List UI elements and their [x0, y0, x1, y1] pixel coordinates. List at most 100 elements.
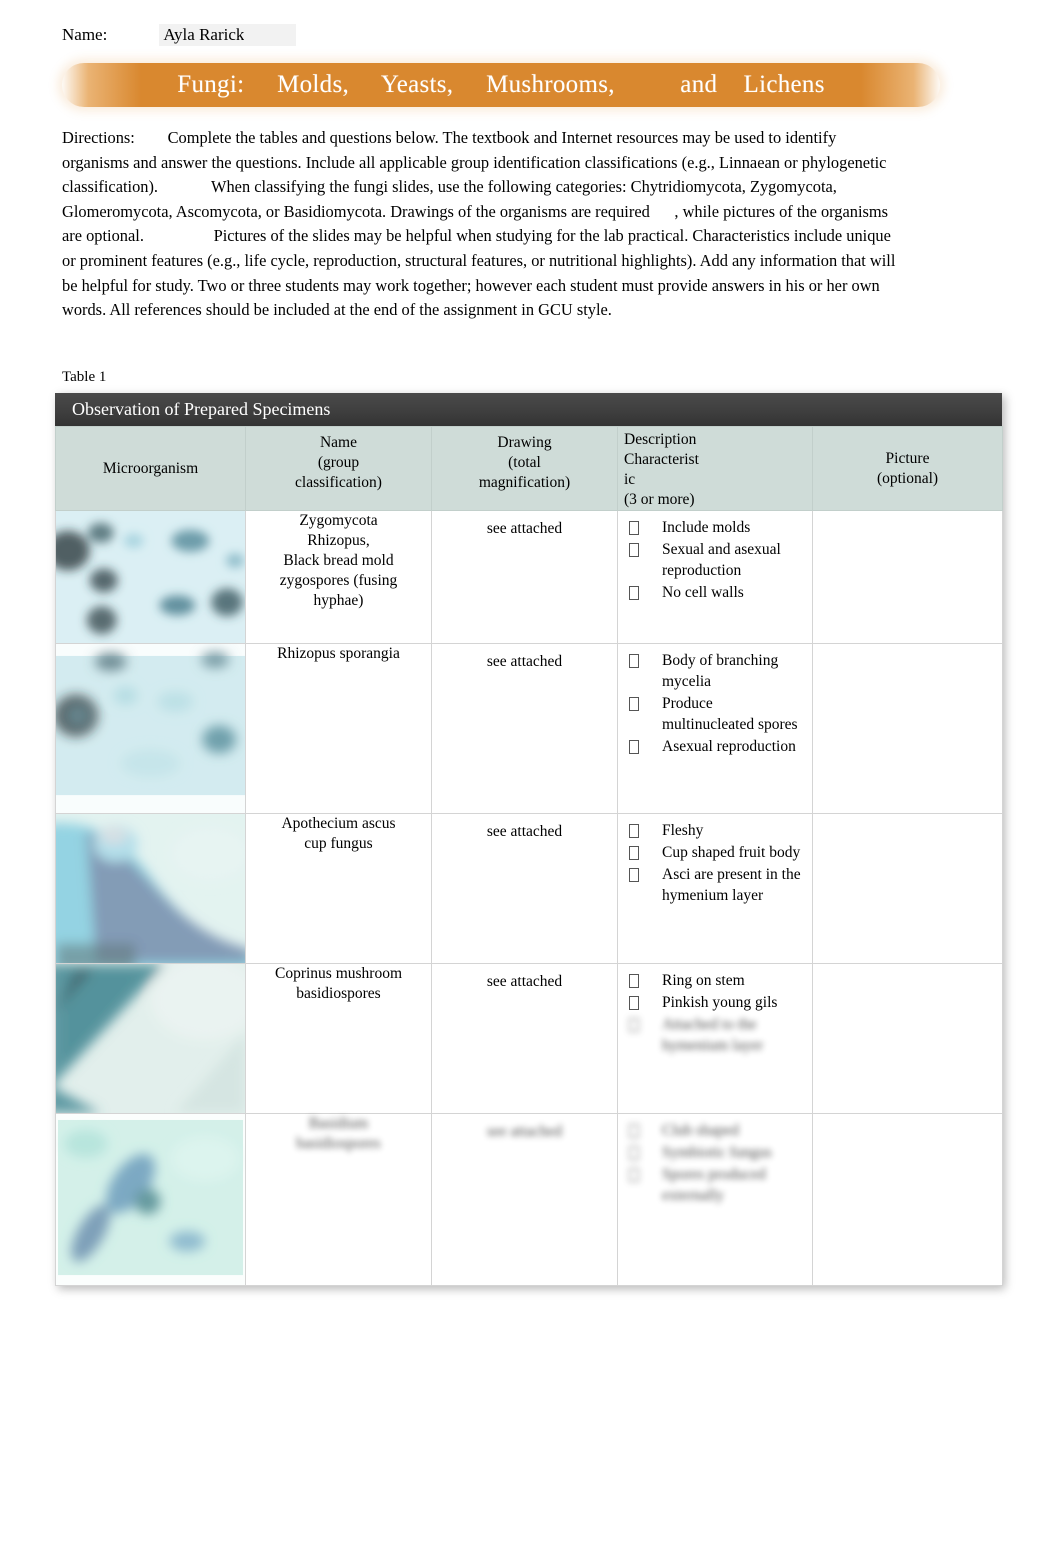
- specimen-name: Basidium basidiospores: [296, 1115, 381, 1152]
- characteristic-item: Asci are present in the hymenium layer: [624, 864, 808, 906]
- cell-microorganism: [55, 963, 246, 1114]
- table-body: Zygomycota Rhizopus, Black bread mold zy…: [55, 510, 1003, 1286]
- cell-microorganism: [55, 813, 246, 964]
- characteristic-item: Produce multinucleated spores: [624, 693, 808, 735]
- characteristics: Include molds Sexual and asexual reprodu…: [618, 511, 812, 610]
- characteristic-item: Body of branching mycelia: [624, 650, 808, 692]
- column-header-drawing-label: Drawing (total magnification): [478, 434, 571, 491]
- drawing-note: see attached: [486, 1123, 563, 1140]
- bullet-box-icon: [629, 1018, 639, 1032]
- cell-picture: [812, 963, 1003, 1114]
- bullet-box-icon: [629, 521, 639, 535]
- cell-name: Apothecium ascus cup fungus: [245, 813, 432, 964]
- characteristic-item: Symbiotic fungus: [624, 1142, 808, 1163]
- table-row: Apothecium ascus cup fungus see attached…: [55, 813, 1003, 964]
- cell-description: Body of branching mycelia Produce multin…: [617, 643, 813, 814]
- characteristic-item: Fleshy: [624, 820, 808, 841]
- column-header-picture-label: Picture (optional): [876, 450, 939, 487]
- column-header-drawing: Drawing (total magnification): [431, 426, 618, 511]
- bullet-box-icon: [629, 1146, 639, 1160]
- characteristic-item: Include molds: [624, 517, 808, 538]
- bullet-box-icon: [629, 824, 639, 838]
- column-header-microorganism-label: Microorganism: [102, 459, 199, 477]
- cell-microorganism: [55, 510, 246, 644]
- characteristic-item: Asexual reproduction: [624, 736, 808, 757]
- name-value-redaction: [244, 25, 291, 40]
- bullet-box-icon: [629, 697, 639, 711]
- micrograph-coprinus-gills-icon: [56, 964, 245, 1113]
- bullet-box-icon: [629, 974, 639, 988]
- table-row: Rhizopus sporangia see attached Body of …: [55, 643, 1003, 814]
- drawing-note: see attached: [486, 823, 563, 840]
- column-header-microorganism: Microorganism: [55, 426, 246, 511]
- bullet-box-icon: [629, 868, 639, 882]
- bullet-box-icon: [629, 740, 639, 754]
- table-title: Observation of Prepared Specimens: [72, 399, 331, 419]
- table-row: Zygomycota Rhizopus, Black bread mold zy…: [55, 510, 1003, 644]
- drawing-note: see attached: [486, 973, 563, 990]
- specimen-name: Rhizopus sporangia: [277, 645, 400, 662]
- specimen-name: Coprinus mushroom basidiospores: [274, 965, 403, 1002]
- title-banner: Fungi: Molds, Yeasts, Mushrooms, and Lic…: [62, 63, 940, 107]
- name-label: Name:: [62, 25, 108, 44]
- specimen-name: Zygomycota Rhizopus, Black bread mold zy…: [279, 512, 398, 609]
- cell-description: Ring on stem Pinkish young gils Attached…: [617, 963, 813, 1114]
- cell-microorganism: [55, 643, 246, 814]
- cell-drawing: see attached: [431, 643, 618, 814]
- page-title: Fungi: Molds, Yeasts, Mushrooms, and Lic…: [177, 71, 825, 98]
- bullet-box-icon: [629, 654, 639, 668]
- characteristic-item: Spores produced externally: [624, 1164, 808, 1206]
- characteristic-item: No cell walls: [624, 582, 808, 603]
- name-text: Ayla Rarick: [163, 25, 245, 44]
- specimens-table-container: Observation of Prepared Specimens Microo…: [55, 393, 1003, 1286]
- characteristic-item: Pinkish young gils: [624, 992, 808, 1013]
- bullet-box-icon: [629, 1168, 639, 1182]
- bullet-box-icon: [629, 586, 639, 600]
- characteristic-item: Sexual and asexual reproduction: [624, 539, 808, 581]
- drawing-note: see attached: [486, 653, 563, 670]
- cell-picture: [812, 510, 1003, 644]
- name-value: Ayla Rarick: [159, 24, 297, 46]
- characteristic-item: Ring on stem: [624, 970, 808, 991]
- specimens-table: Microorganism Name (group classification…: [55, 426, 1003, 1286]
- cell-description: Include molds Sexual and asexual reprodu…: [617, 510, 813, 644]
- characteristic-item: Club shaped: [624, 1120, 808, 1141]
- cell-name: Rhizopus sporangia: [245, 643, 432, 814]
- cell-drawing: see attached: [431, 963, 618, 1114]
- cell-description: Club shaped Symbiotic fungus Spores prod…: [617, 1113, 813, 1286]
- characteristics: Ring on stem Pinkish young gils Attached…: [618, 964, 812, 1063]
- bullet-box-icon: [629, 996, 639, 1010]
- column-header-description: Description Characterist ic (3 or more): [617, 426, 813, 511]
- bullet-box-icon: [629, 846, 639, 860]
- micrograph-zygospores-icon: [56, 511, 245, 643]
- column-header-picture: Picture (optional): [812, 426, 1003, 511]
- cell-picture: [812, 1113, 1003, 1286]
- cell-name: Zygomycota Rhizopus, Black bread mold zy…: [245, 510, 432, 644]
- micrograph-apothecium-icon: [56, 814, 245, 963]
- drawing-note: see attached: [486, 520, 563, 537]
- table-title-bar: Observation of Prepared Specimens: [55, 393, 1002, 426]
- table-row: Basidium basidiospores see attached Club…: [55, 1113, 1003, 1286]
- specimen-name: Apothecium ascus cup fungus: [281, 815, 396, 852]
- bullet-box-icon: [629, 1124, 639, 1138]
- characteristics: Fleshy Cup shaped fruit body Asci are pr…: [618, 814, 812, 913]
- characteristic-item: Cup shaped fruit body: [624, 842, 808, 863]
- cell-name: Coprinus mushroom basidiospores: [245, 963, 432, 1114]
- cell-description: Fleshy Cup shaped fruit body Asci are pr…: [617, 813, 813, 964]
- cell-drawing: see attached: [431, 813, 618, 964]
- table-row: Coprinus mushroom basidiospores see atta…: [55, 963, 1003, 1114]
- column-header-name-label: Name (group classification): [295, 434, 382, 491]
- characteristics: Club shaped Symbiotic fungus Spores prod…: [618, 1114, 812, 1213]
- name-row: Name: Ayla Rarick: [62, 24, 297, 46]
- cell-name: Basidium basidiospores: [245, 1113, 432, 1286]
- directions-paragraph: Directions: Complete the tables and ques…: [62, 128, 900, 320]
- column-header-description-label: Description Characterist ic (3 or more): [624, 431, 699, 508]
- cell-drawing: see attached: [431, 510, 618, 644]
- cell-microorganism: [55, 1113, 246, 1286]
- bullet-box-icon: [629, 543, 639, 557]
- table-caption: Table 1: [62, 369, 107, 385]
- column-header-name: Name (group classification): [245, 426, 432, 511]
- cell-picture: [812, 643, 1003, 814]
- micrograph-lichen-icon: [56, 1114, 245, 1285]
- table-header-row: Microorganism Name (group classification…: [55, 426, 1003, 511]
